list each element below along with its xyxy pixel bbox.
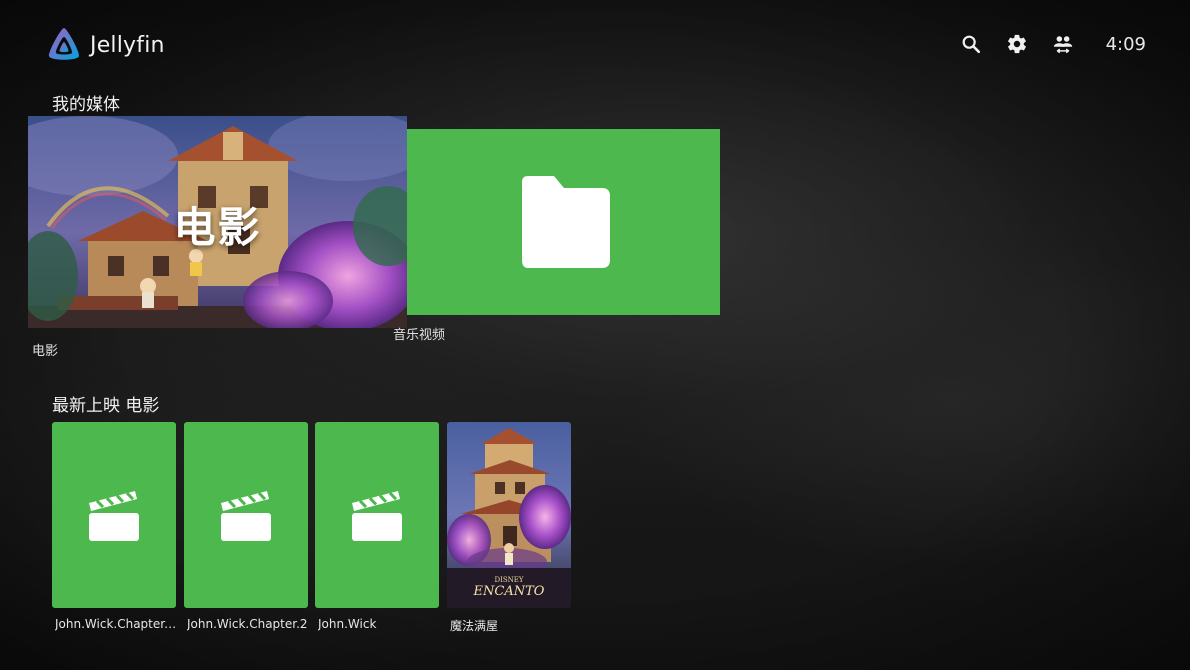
latest-item-label: John.Wick.Chapter.3... [55, 617, 179, 631]
app-name: Jellyfin [90, 32, 165, 58]
home-screen: Jellyfin 4:09 我的媒体 电影 电影 音乐视频 最新上映 电影 Jo… [0, 0, 1190, 670]
switch-user-button[interactable] [1050, 31, 1076, 57]
poster-title-text: ENCANTO [473, 584, 545, 599]
latest-item-label: John.Wick [318, 617, 377, 631]
library-movies-label: 电影 [32, 344, 59, 359]
latest-item-john-wick-3[interactable] [52, 422, 176, 608]
clapperboard-icon [221, 491, 271, 541]
latest-item-label: 魔法满屋 [450, 619, 499, 633]
my-media-heading: 我的媒体 [52, 95, 120, 115]
movies-library-overlay-title: 电影 [173, 203, 262, 252]
top-toolbar: 4:09 [938, 28, 1146, 60]
clapperboard-icon [352, 491, 402, 541]
clapperboard-icon [89, 491, 139, 541]
encanto-poster: DISNEY ENCANTO [447, 422, 571, 608]
search-button[interactable] [958, 31, 984, 57]
settings-button[interactable] [1004, 31, 1030, 57]
gear-icon [1007, 34, 1026, 54]
search-icon [962, 35, 980, 54]
latest-item-john-wick[interactable] [315, 422, 439, 608]
library-music-videos-label: 音乐视频 [393, 328, 446, 343]
latest-item-john-wick-2[interactable] [184, 422, 308, 608]
latest-item-label: John.Wick.Chapter.2 [187, 617, 308, 631]
latest-movies-heading: 最新上映 电影 [52, 396, 160, 416]
switch-user-icon [1053, 36, 1072, 54]
library-music-videos-card[interactable] [407, 129, 720, 315]
library-movies-card[interactable]: 电影 [28, 116, 407, 328]
poster-brand-text: DISNEY [494, 576, 523, 584]
clock: 4:09 [1105, 33, 1146, 55]
latest-item-encanto[interactable]: DISNEY ENCANTO [447, 422, 571, 608]
app-brand: Jellyfin [44, 25, 165, 65]
jellyfin-logo-icon [44, 25, 84, 65]
folder-icon [521, 176, 610, 268]
